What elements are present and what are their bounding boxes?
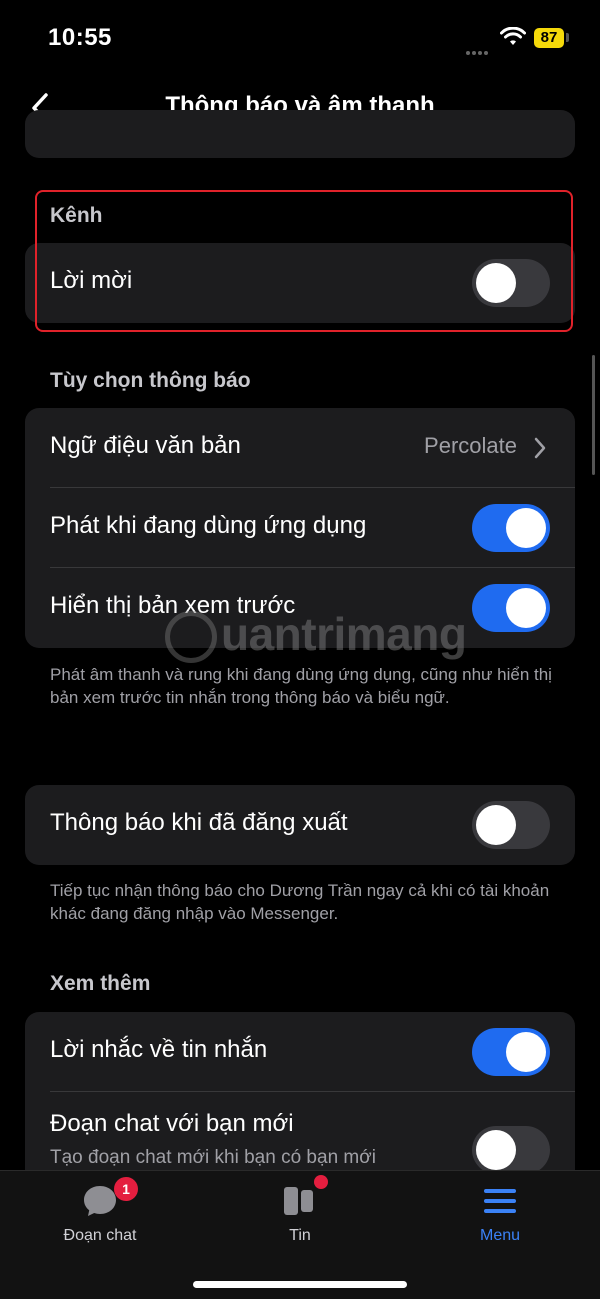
status-time: 10:55 <box>48 24 112 51</box>
hamburger-menu-icon <box>484 1189 516 1213</box>
invites-label: Lời mời <box>50 267 133 294</box>
new-friend-chat-sublabel: Tạo đoạn chat mới khi bạn có bạn mới <box>50 1147 376 1168</box>
section-header-notification-options: Tùy chọn thông báo <box>50 369 251 392</box>
logged-out-label: Thông báo khi đã đăng xuất <box>50 809 348 836</box>
new-friend-chat-toggle[interactable] <box>472 1126 550 1174</box>
logged-out-row[interactable]: Thông báo khi đã đăng xuất <box>25 785 575 865</box>
previous-section-card <box>25 110 575 158</box>
wifi-icon <box>500 27 526 45</box>
stories-icon <box>284 1187 313 1215</box>
home-indicator <box>193 1281 407 1288</box>
logged-out-card: Thông báo khi đã đăng xuất <box>25 785 575 865</box>
section-header-see-more: Xem thêm <box>50 972 151 995</box>
battery-indicator: 87 <box>534 28 564 48</box>
notification-options-footnote: Phát âm thanh và rung khi đang dùng ứng … <box>50 665 552 707</box>
new-friend-chat-label: Đoạn chat với bạn mới <box>50 1110 294 1137</box>
stories-dot-badge <box>314 1175 328 1189</box>
status-bar: 10:55 87 <box>0 0 600 80</box>
tab-chats[interactable]: 1 Đoạn chat <box>0 1171 200 1261</box>
logged-out-toggle[interactable] <box>472 801 550 849</box>
channel-card: Lời mời <box>25 243 575 323</box>
invites-row[interactable]: Lời mời <box>25 243 575 323</box>
show-preview-label: Hiển thị bản xem trước <box>50 592 296 619</box>
chevron-right-icon <box>534 437 546 459</box>
battery-tip <box>566 33 569 42</box>
show-preview-toggle[interactable] <box>472 584 550 632</box>
play-in-app-label: Phát khi đang dùng ứng dụng <box>50 512 367 539</box>
logged-out-footnote: Tiếp tục nhận thông báo cho Dương Trần n… <box>50 881 550 923</box>
tab-menu[interactable]: Menu <box>400 1171 600 1261</box>
text-tone-value: Percolate <box>424 433 517 458</box>
message-reminder-row[interactable]: Lời nhắc về tin nhắn <box>25 1012 575 1092</box>
play-in-app-row[interactable]: Phát khi đang dùng ứng dụng <box>25 488 575 568</box>
chats-badge: 1 <box>114 1177 138 1201</box>
tab-chats-label: Đoạn chat <box>63 1227 137 1244</box>
tab-stories[interactable]: Tin <box>200 1171 400 1261</box>
tab-stories-label: Tin <box>289 1227 311 1244</box>
text-tone-label: Ngữ điệu văn bản <box>50 432 241 459</box>
cellular-signal-icon <box>466 42 492 55</box>
scrollbar[interactable] <box>592 355 595 475</box>
play-in-app-toggle[interactable] <box>472 504 550 552</box>
chat-bubble-icon <box>84 1186 116 1216</box>
tab-menu-label: Menu <box>479 1227 521 1244</box>
tab-bar: 1 Đoạn chat Tin Menu <box>0 1170 600 1299</box>
invites-toggle[interactable] <box>472 259 550 307</box>
show-preview-row[interactable]: Hiển thị bản xem trước <box>25 568 575 648</box>
message-reminder-toggle[interactable] <box>472 1028 550 1076</box>
text-tone-row[interactable]: Ngữ điệu văn bản Percolate <box>25 408 575 488</box>
notification-options-card: Ngữ điệu văn bản Percolate Phát khi đang… <box>25 408 575 648</box>
message-reminder-label: Lời nhắc về tin nhắn <box>50 1036 268 1063</box>
section-header-channel: Kênh <box>50 204 103 227</box>
